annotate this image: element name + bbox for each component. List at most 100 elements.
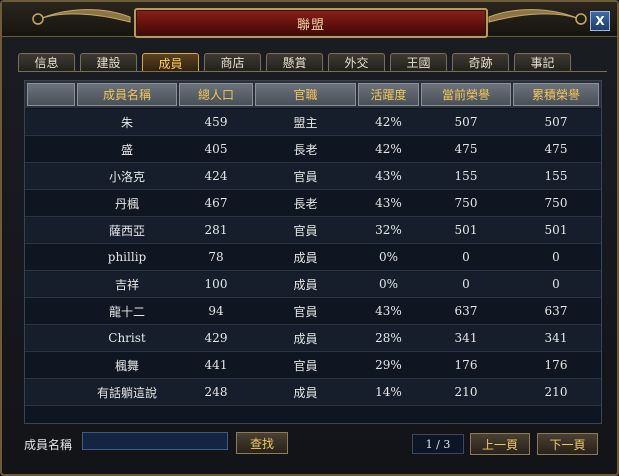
table-cell: 42% — [375, 115, 402, 129]
table-cell: 43% — [375, 304, 402, 318]
table-cell: Christ — [108, 331, 146, 345]
table-cell: 637 — [544, 304, 568, 318]
table-cell: 341 — [544, 331, 568, 345]
table-cell: 210 — [544, 385, 568, 399]
table-cell: 14% — [375, 385, 402, 399]
window-top-frame: 聯盟 X — [2, 2, 617, 38]
table-cell: 176 — [454, 358, 478, 372]
table-cell: 薩西亞 — [108, 223, 145, 238]
table-cell: 0% — [378, 250, 399, 264]
table-cell: 459 — [204, 115, 228, 129]
table-row[interactable]: 丹楓 467 長老 43% 750 750 — [25, 190, 601, 217]
title-plate: 聯盟 — [134, 8, 488, 38]
table-row[interactable]: 楓舞 441 官員 29% 176 176 — [25, 352, 601, 379]
tab-1[interactable]: 建設 — [80, 53, 137, 71]
tab-6[interactable]: 王國 — [390, 53, 447, 71]
table-cell: 750 — [454, 196, 478, 210]
table-cell: 小洛克 — [108, 169, 145, 184]
table-cell: 475 — [544, 142, 568, 156]
close-button[interactable]: X — [590, 11, 610, 31]
table-cell: 成員 — [293, 385, 318, 400]
table-cell: 0% — [378, 277, 399, 291]
table-cell: 405 — [204, 142, 228, 156]
table-cell: 成員 — [293, 250, 318, 265]
column-header-2[interactable]: 總人口 — [179, 83, 253, 106]
members-table: 成員名稱 總人口 官職 活躍度 當前榮譽 累積榮譽 朱 459 盟主 42% 507 507 盛 405… — [24, 80, 602, 424]
table-row[interactable]: 吉祥 100 成員 0% 0 0 — [25, 271, 601, 298]
ornament-left-icon — [32, 9, 131, 25]
table-cell: 丹楓 — [114, 196, 139, 211]
search-button[interactable]: 查找 — [236, 432, 288, 454]
tab-3[interactable]: 商店 — [204, 53, 261, 71]
table-cell: 0 — [552, 277, 560, 291]
column-header-5[interactable]: 當前榮譽 — [421, 83, 511, 106]
member-search-input[interactable] — [82, 432, 228, 450]
table-cell: 424 — [204, 169, 228, 183]
column-header-0[interactable] — [27, 83, 75, 106]
table-cell: 0 — [552, 250, 560, 264]
tab-7[interactable]: 奇跡 — [452, 53, 509, 71]
table-cell: 盟主 — [293, 115, 318, 130]
table-row[interactable]: 龍十二 94 官員 43% 637 637 — [25, 298, 601, 325]
table-row[interactable]: 小洛克 424 官員 43% 155 155 — [25, 163, 601, 190]
table-cell: 176 — [544, 358, 568, 372]
table-cell: 43% — [375, 196, 402, 210]
table-cell: 42% — [375, 142, 402, 156]
table-cell: 32% — [375, 223, 402, 237]
column-header-6[interactable]: 累積榮譽 — [513, 83, 599, 106]
table-cell: 朱 — [120, 115, 133, 130]
table-row[interactable]: 朱 459 盟主 42% 507 507 — [25, 109, 601, 136]
table-cell: 507 — [544, 115, 568, 129]
table-row[interactable]: Christ 429 成員 28% 341 341 — [25, 325, 601, 352]
table-cell: 0 — [462, 277, 470, 291]
window-title: 聯盟 — [296, 17, 325, 33]
table-cell: 官員 — [293, 223, 318, 238]
table-cell: 長老 — [293, 196, 318, 211]
table-cell: 501 — [454, 223, 478, 237]
ornament-right-icon — [488, 9, 587, 25]
table-cell: 78 — [208, 250, 224, 264]
tab-2[interactable]: 成員 — [142, 53, 199, 72]
table-cell: 官員 — [293, 358, 318, 373]
page-indicator: 1 / 3 — [412, 434, 464, 454]
table-row[interactable]: 薩西亞 281 官員 32% 501 501 — [25, 217, 601, 244]
tab-4[interactable]: 懸賞 — [266, 53, 323, 71]
table-cell: phillip — [107, 250, 147, 264]
table-cell: 楓舞 — [114, 358, 139, 373]
table-cell: 28% — [375, 331, 402, 345]
table-cell: 盛 — [120, 142, 133, 157]
search-label: 成員名稱 — [24, 438, 73, 452]
table-cell: 475 — [454, 142, 478, 156]
table-header: 成員名稱 總人口 官職 活躍度 當前榮譽 累積榮譽 — [25, 81, 601, 108]
table-cell: 501 — [544, 223, 568, 237]
table-cell: 官員 — [293, 304, 318, 319]
tab-5[interactable]: 外交 — [328, 53, 385, 71]
table-cell: 94 — [208, 304, 224, 318]
table-cell: 成員 — [293, 277, 318, 292]
column-header-4[interactable]: 活躍度 — [358, 83, 419, 106]
table-cell: 637 — [454, 304, 478, 318]
table-cell: 29% — [375, 358, 402, 372]
column-header-1[interactable]: 成員名稱 — [77, 83, 177, 106]
close-icon: X — [595, 14, 605, 28]
table-cell: 341 — [454, 331, 478, 345]
table-cell: 官員 — [293, 169, 318, 184]
tab-8[interactable]: 事記 — [514, 53, 571, 71]
table-cell: 成員 — [293, 331, 318, 346]
tab-0[interactable]: 信息 — [18, 53, 75, 71]
alliance-window: 聯盟 X 信息 建設 成員 商店 懸賞 外交 王國 奇跡 事記 成員名稱 總人口 官職 活躍度 當前榮譽… — [0, 0, 619, 476]
table-row[interactable]: phillip 78 成員 0% 0 0 — [25, 244, 601, 271]
table-cell: 100 — [204, 277, 228, 291]
table-cell: 43% — [375, 169, 402, 183]
table-cell: 0 — [462, 250, 470, 264]
table-row[interactable]: 盛 405 長老 42% 475 475 — [25, 136, 601, 163]
next-page-button[interactable]: 下一頁 — [537, 433, 598, 455]
table-cell: 248 — [204, 385, 228, 399]
table-row[interactable]: 有話躺這說 248 成員 14% 210 210 — [25, 379, 601, 406]
column-header-3[interactable]: 官職 — [255, 83, 356, 106]
prev-page-button[interactable]: 上一頁 — [470, 433, 530, 455]
table-cell: 467 — [204, 196, 228, 210]
table-cell: 429 — [204, 331, 228, 345]
table-cell: 210 — [454, 385, 478, 399]
table-cell: 長老 — [293, 142, 318, 157]
